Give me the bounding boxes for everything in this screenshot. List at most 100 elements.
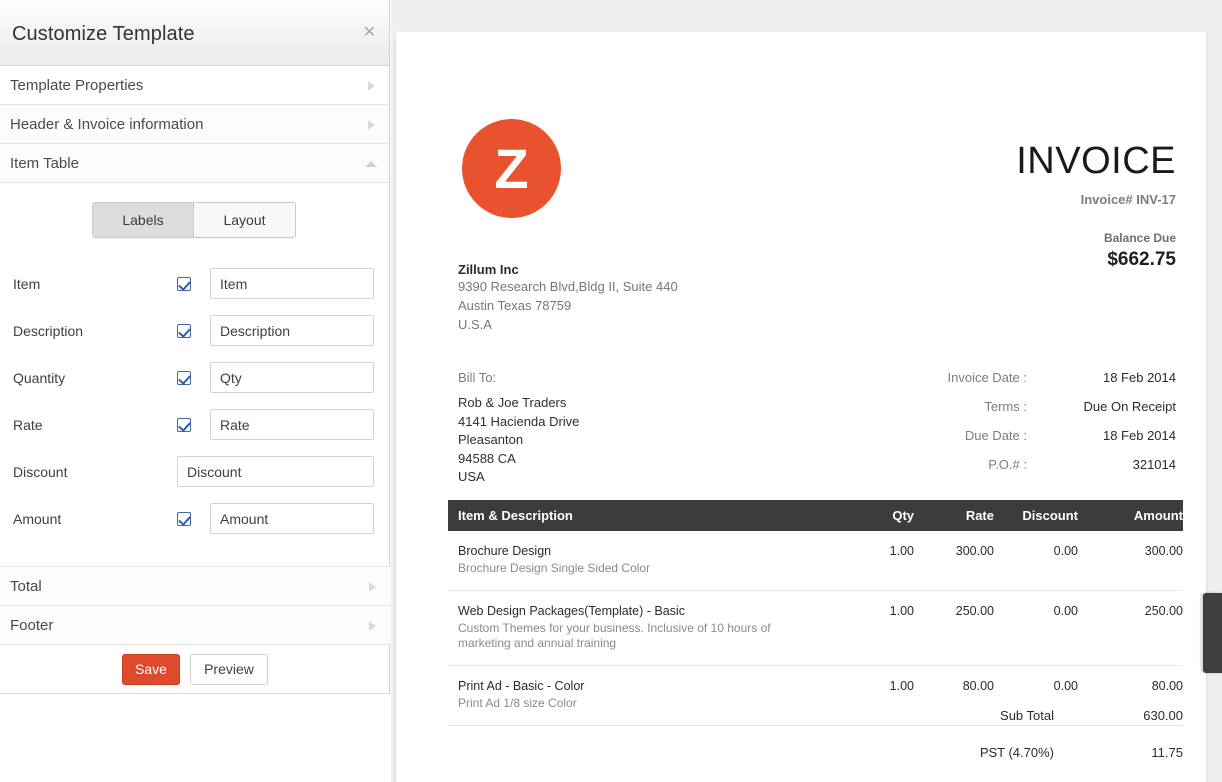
field-row-rate: Rate bbox=[0, 403, 390, 450]
column-header-discount: Discount bbox=[994, 500, 1078, 531]
company-logo: Z bbox=[462, 119, 561, 218]
accordion-label: Header & Invoice information bbox=[10, 116, 204, 133]
checkbox-quantity[interactable] bbox=[177, 371, 191, 385]
chevron-right-icon bbox=[368, 120, 375, 130]
field-label: Description bbox=[13, 323, 84, 339]
meta-key: Terms : bbox=[984, 399, 1027, 414]
cell-item: Web Design Packages(Template) - Basic Cu… bbox=[448, 590, 840, 666]
accordion-footer[interactable]: Footer bbox=[0, 606, 390, 645]
bill-to-line: Rob & Joe Traders bbox=[458, 395, 567, 410]
checkbox-item[interactable] bbox=[177, 277, 191, 291]
accordion-total[interactable]: Total bbox=[0, 567, 390, 606]
column-header-qty: Qty bbox=[840, 500, 914, 531]
total-key: Sub Total bbox=[1000, 708, 1054, 723]
input-description-label[interactable] bbox=[210, 315, 374, 346]
app-root: Customize Template ✕ Template Properties… bbox=[0, 0, 1222, 782]
tab-layout[interactable]: Layout bbox=[194, 203, 295, 237]
invoice-preview-card: Z INVOICE Invoice# INV-17 Balance Due $6… bbox=[396, 32, 1206, 782]
company-address-block: Zillum Inc 9390 Research Blvd,Bldg II, S… bbox=[458, 262, 678, 334]
meta-row: Due Date : 18 Feb 2014 bbox=[846, 428, 1176, 457]
total-value: 630.00 bbox=[1143, 708, 1183, 723]
tab-labels[interactable]: Labels bbox=[93, 203, 194, 237]
input-rate-label[interactable] bbox=[210, 409, 374, 440]
bill-to-label: Bill To: bbox=[458, 370, 497, 385]
table-body: Brochure Design Brochure Design Single S… bbox=[448, 531, 1183, 726]
checkbox-rate[interactable] bbox=[177, 418, 191, 432]
label-fields-list: Item Description Quantity Rate Disco bbox=[0, 262, 390, 544]
item-name: Web Design Packages(Template) - Basic bbox=[458, 604, 685, 618]
bill-to-block: Bill To: Rob & Joe Traders 4141 Hacienda… bbox=[458, 370, 579, 487]
field-label: Quantity bbox=[13, 370, 66, 386]
company-name: Zillum Inc bbox=[458, 262, 519, 277]
input-discount-label[interactable] bbox=[177, 456, 374, 487]
input-amount-label[interactable] bbox=[210, 503, 374, 534]
bill-to-line: USA bbox=[458, 469, 485, 484]
field-label: Discount bbox=[13, 464, 68, 480]
accordion-label: Total bbox=[10, 578, 42, 595]
company-address-line: Austin Texas 78759 bbox=[458, 298, 572, 313]
total-row: Sub Total 630.00 bbox=[863, 708, 1183, 745]
input-item-label[interactable] bbox=[210, 268, 374, 299]
bill-to-line: 4141 Hacienda Drive bbox=[458, 413, 580, 429]
cell-qty: 1.00 bbox=[840, 590, 914, 666]
chevron-right-icon bbox=[368, 81, 375, 91]
edge-side-widget[interactable] bbox=[1203, 593, 1222, 673]
field-row-amount: Amount bbox=[0, 497, 390, 544]
cell-amount: 300.00 bbox=[1078, 531, 1183, 591]
panel-action-bar: Save Preview bbox=[0, 645, 390, 693]
customize-template-panel: Customize Template ✕ Template Properties… bbox=[0, 0, 390, 694]
total-key: PST (4.70%) bbox=[979, 745, 1054, 760]
meta-row: P.O.# : 321014 bbox=[846, 457, 1176, 486]
balance-due-label: Balance Due bbox=[1103, 231, 1176, 245]
invoice-number: Invoice# INV-17 bbox=[1080, 192, 1176, 207]
company-address-line: 9390 Research Blvd,Bldg II, Suite 440 bbox=[458, 279, 678, 294]
table-row: Brochure Design Brochure Design Single S… bbox=[448, 531, 1183, 591]
meta-key: Invoice Date : bbox=[947, 370, 1028, 385]
labels-layout-tabs: Labels Layout bbox=[92, 202, 296, 238]
item-name: Brochure Design bbox=[458, 544, 552, 558]
field-label: Rate bbox=[13, 417, 43, 433]
cell-amount: 250.00 bbox=[1078, 590, 1183, 666]
accordion-item-table[interactable]: Item Table bbox=[0, 144, 389, 183]
accordion-header-invoice-information[interactable]: Header & Invoice information bbox=[0, 105, 389, 144]
table-header-row: Item & Description Qty Rate Discount Amo… bbox=[448, 500, 1183, 531]
field-row-quantity: Quantity bbox=[0, 356, 390, 403]
cell-qty: 1.00 bbox=[840, 531, 914, 591]
item-description: Brochure Design Single Sided Color bbox=[458, 561, 651, 575]
cell-item: Print Ad - Basic - Color Print Ad 1/8 si… bbox=[448, 665, 840, 726]
meta-value: 18 Feb 2014 bbox=[1102, 370, 1176, 385]
panel-header: Customize Template ✕ bbox=[0, 0, 389, 66]
field-row-description: Description bbox=[0, 309, 390, 356]
save-button[interactable]: Save bbox=[122, 653, 180, 685]
chevron-up-icon bbox=[365, 161, 377, 167]
meta-value: Due On Receipt bbox=[1083, 399, 1177, 414]
invoice-meta-block: Invoice Date : 18 Feb 2014 Terms : Due O… bbox=[846, 370, 1177, 486]
logo-letter: Z bbox=[494, 137, 529, 200]
company-address-line: U.S.A bbox=[458, 317, 492, 332]
bottom-accordions: Total Footer bbox=[0, 567, 390, 645]
column-header-amount: Amount bbox=[1078, 500, 1183, 531]
divider bbox=[0, 693, 390, 694]
cell-rate: 250.00 bbox=[914, 590, 994, 666]
cell-rate: 300.00 bbox=[914, 531, 994, 591]
checkbox-amount[interactable] bbox=[177, 512, 191, 526]
meta-value: 321014 bbox=[1132, 457, 1176, 472]
input-quantity-label[interactable] bbox=[210, 362, 374, 393]
preview-button[interactable]: Preview bbox=[190, 653, 268, 685]
item-description: Print Ad 1/8 size Color bbox=[458, 696, 577, 710]
table-header: Item & Description Qty Rate Discount Amo… bbox=[448, 500, 1183, 531]
column-header-rate: Rate bbox=[914, 500, 994, 531]
accordion-label: Footer bbox=[10, 617, 54, 634]
column-header-item: Item & Description bbox=[448, 500, 840, 531]
close-icon[interactable]: ✕ bbox=[363, 24, 376, 40]
accordion-template-properties[interactable]: Template Properties bbox=[0, 66, 389, 105]
cell-item: Brochure Design Brochure Design Single S… bbox=[448, 531, 840, 591]
field-label: Amount bbox=[13, 511, 62, 527]
checkbox-description[interactable] bbox=[177, 324, 191, 338]
field-row-discount: Discount bbox=[0, 450, 390, 497]
chevron-right-icon bbox=[369, 582, 376, 592]
total-value: 11.75 bbox=[1151, 745, 1183, 760]
page-title: Customize Template bbox=[12, 23, 195, 45]
meta-row: Terms : Due On Receipt bbox=[846, 399, 1176, 428]
chevron-right-icon bbox=[369, 621, 376, 631]
